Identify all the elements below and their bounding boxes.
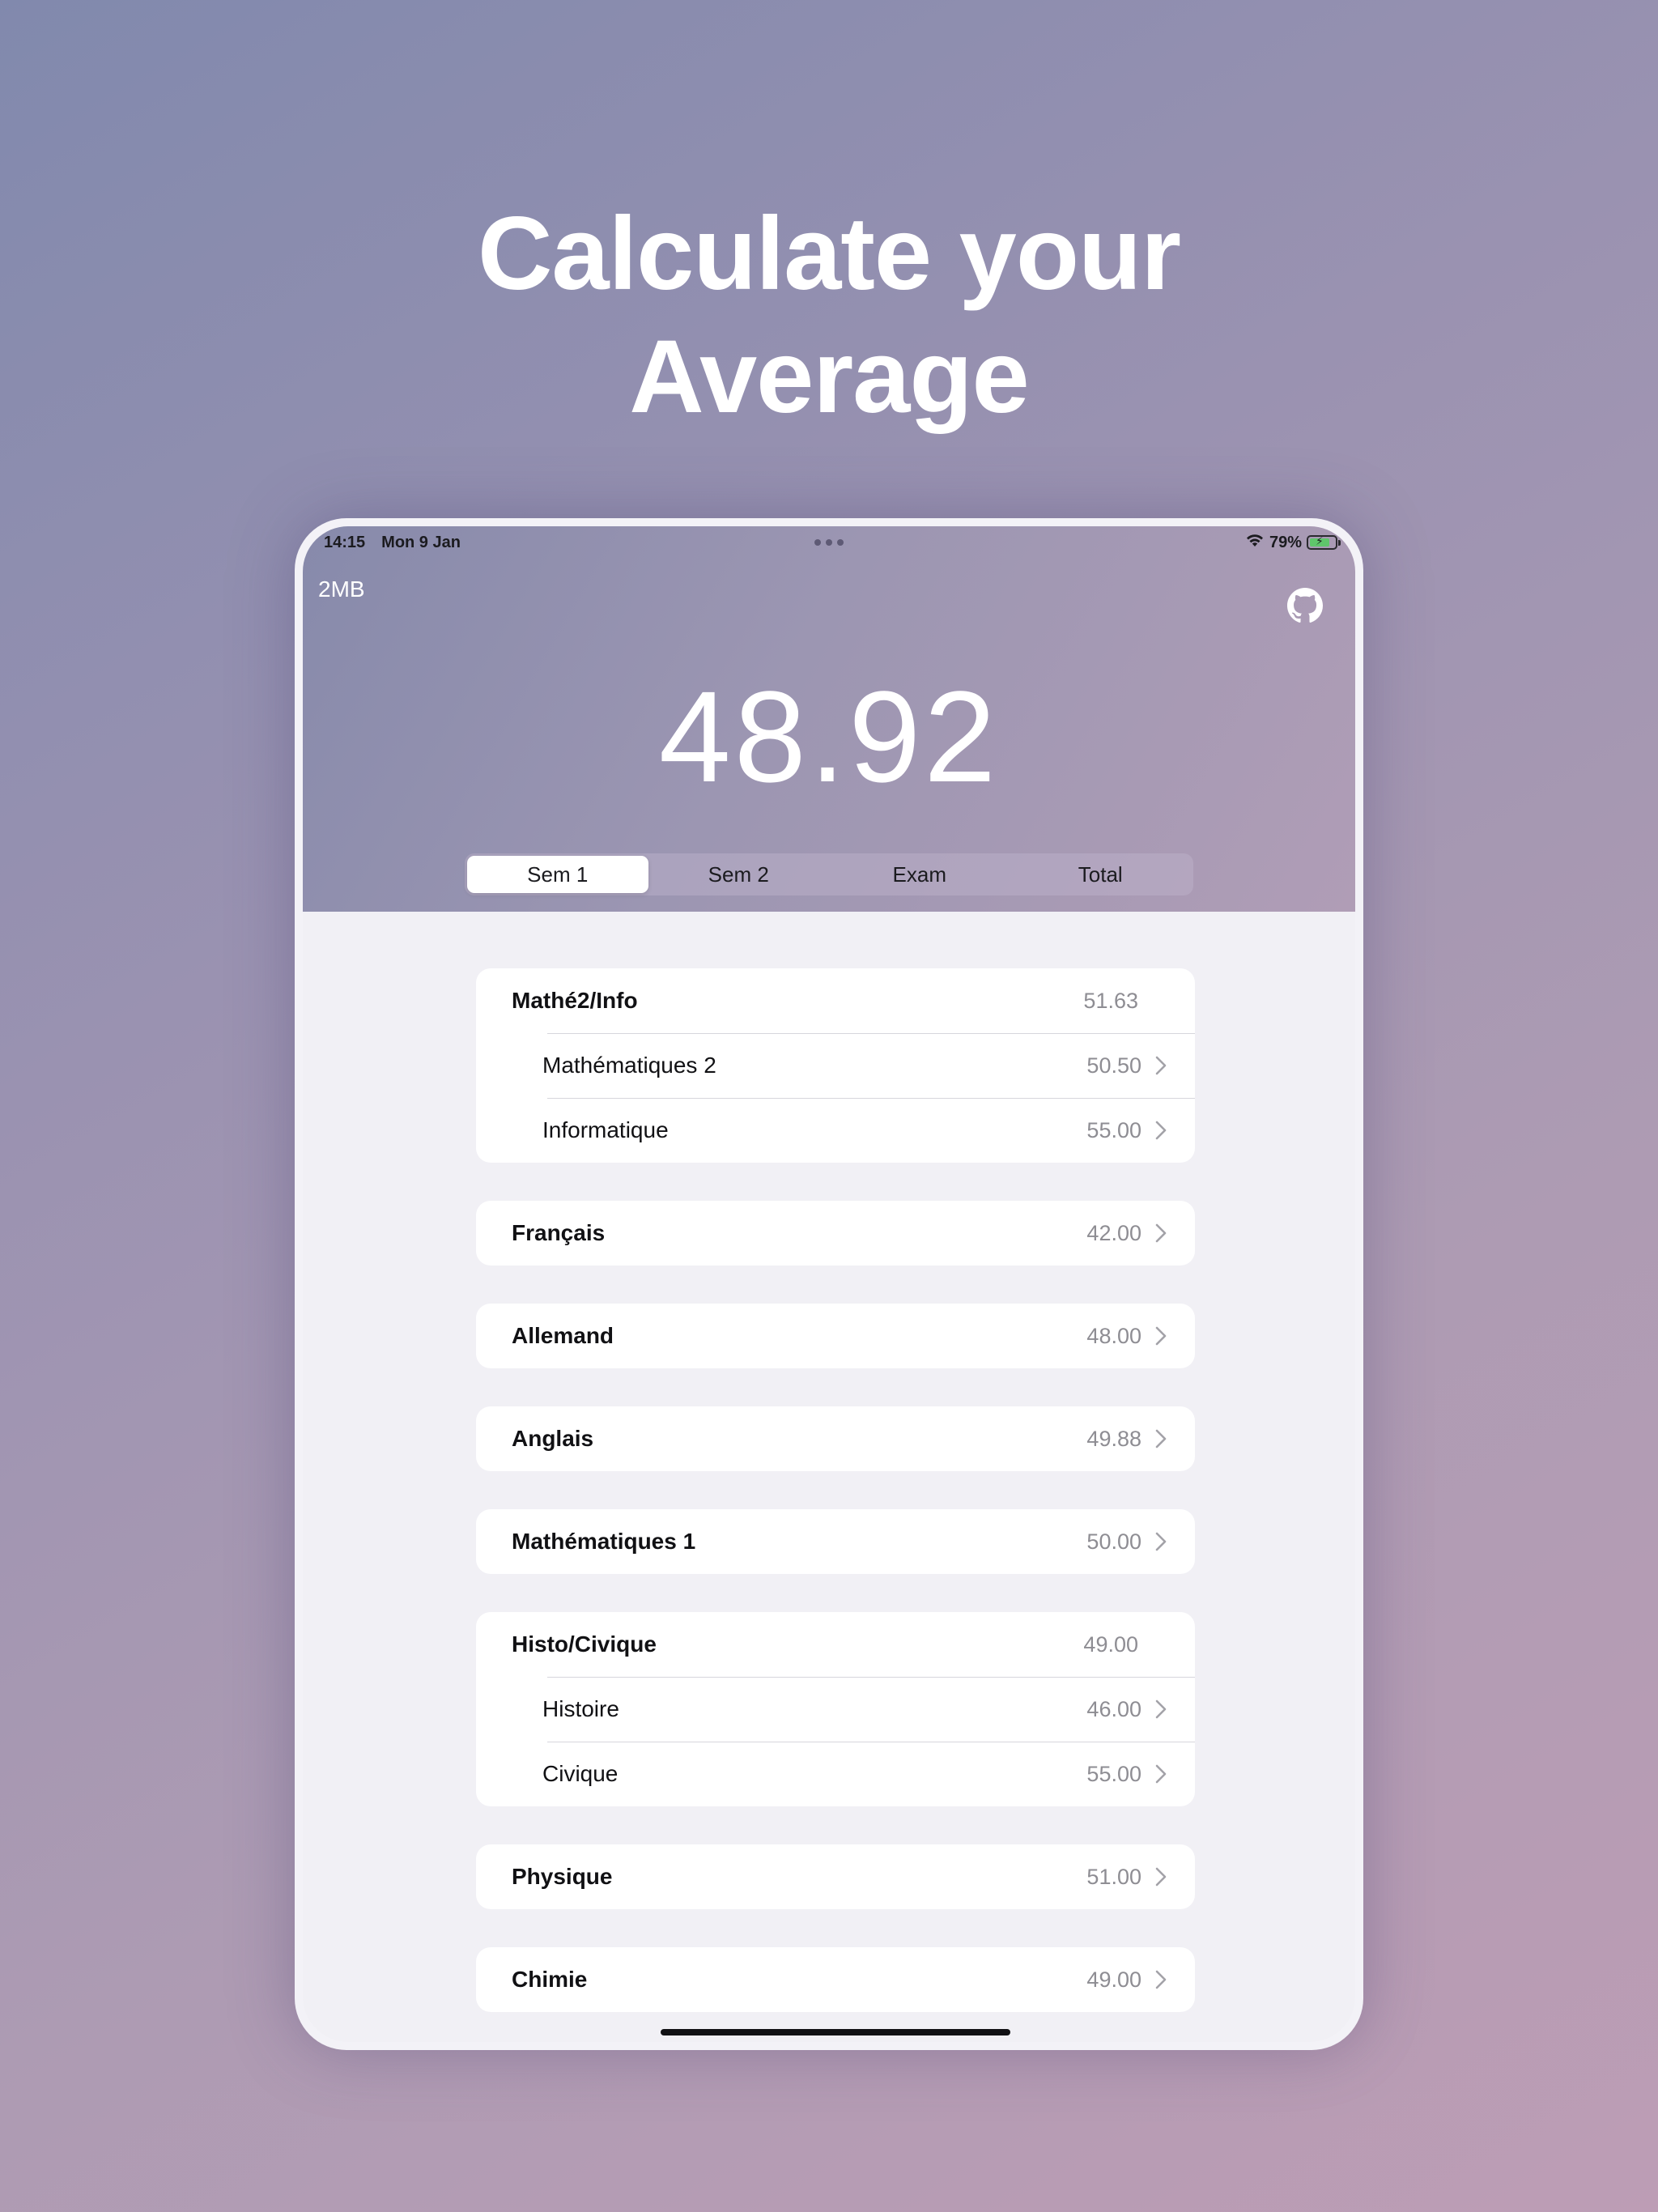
battery-icon: ⚡ [1307, 534, 1341, 550]
app-screen: 14:15 Mon 9 Jan 79% ⚡ 2MB 48.92 Sem 1 Se… [303, 526, 1355, 2042]
subject-group-header: Mathé2/Info 51.63 [476, 968, 1195, 1033]
tab-sem-1[interactable]: Sem 1 [467, 856, 648, 893]
subject-name: Physique [512, 1864, 613, 1889]
battery-percent: 79% [1269, 533, 1302, 551]
tab-total[interactable]: Total [1010, 856, 1192, 893]
subject-name: Mathé2/Info [512, 988, 638, 1013]
subject-row[interactable]: Allemand 48.00 [476, 1304, 1195, 1368]
subject-name: Civique [542, 1761, 619, 1786]
subject-group: Physique 51.00 [476, 1844, 1195, 1909]
subject-group: Mathématiques 1 50.00 [476, 1509, 1195, 1574]
subject-group: Chimie 49.00 [476, 1947, 1195, 2012]
chevron-right-icon [1151, 1867, 1171, 1887]
status-time-date: 14:15 Mon 9 Jan [324, 534, 461, 552]
subject-row[interactable]: Informatique 55.00 [476, 1098, 1195, 1163]
subject-row[interactable]: Chimie 49.00 [476, 1947, 1195, 2012]
subject-average: 48.00 [1086, 1323, 1141, 1348]
subject-average: 49.88 [1086, 1426, 1141, 1451]
subject-average: 50.50 [1086, 1053, 1141, 1078]
chevron-right-icon [1151, 1764, 1171, 1784]
subject-average: 51.00 [1086, 1864, 1141, 1889]
status-date: Mon 9 Jan [381, 534, 461, 551]
subject-group: Français 42.00 [476, 1201, 1195, 1266]
subject-average: 55.00 [1086, 1117, 1141, 1142]
chevron-right-icon [1151, 1970, 1171, 1989]
subject-average: 49.00 [1086, 1967, 1141, 1992]
headline-line-1: Calculate your [477, 196, 1181, 312]
chevron-right-icon [1151, 1699, 1171, 1719]
multitasking-dots-icon[interactable] [813, 536, 845, 549]
github-icon[interactable] [1287, 588, 1323, 623]
subject-list: Mathé2/Info 51.63 Mathématiques 2 50.50 Info… [476, 968, 1195, 2042]
home-indicator[interactable] [661, 2029, 1010, 2035]
subject-average: 49.00 [1083, 1631, 1138, 1657]
subject-group: Histo/Civique 49.00 Histoire 46.00 Civique 55… [476, 1612, 1195, 1806]
subject-row[interactable]: Civique 55.00 [476, 1742, 1195, 1806]
subject-average: 50.00 [1086, 1529, 1141, 1554]
chevron-right-icon [1151, 1326, 1171, 1346]
period-segmented-control: Sem 1 Sem 2 Exam Total [465, 853, 1193, 895]
subject-group: Allemand 48.00 [476, 1304, 1195, 1368]
tablet-frame: 14:15 Mon 9 Jan 79% ⚡ 2MB 48.92 Sem 1 Se… [295, 518, 1363, 2050]
chevron-right-icon [1151, 1121, 1171, 1140]
chevron-right-icon [1151, 1056, 1171, 1075]
subject-name: Chimie [512, 1967, 588, 1992]
subject-average: 51.63 [1083, 988, 1138, 1013]
header: 14:15 Mon 9 Jan 79% ⚡ 2MB 48.92 Sem 1 Se… [303, 526, 1355, 912]
tab-exam[interactable]: Exam [829, 856, 1010, 893]
subject-name: Allemand [512, 1323, 614, 1348]
tab-sem-2[interactable]: Sem 2 [648, 856, 830, 893]
average-value: 48.92 [658, 664, 1000, 809]
subject-group-header: Histo/Civique 49.00 [476, 1612, 1195, 1677]
subject-group: Mathé2/Info 51.63 Mathématiques 2 50.50 Info… [476, 968, 1195, 1163]
subject-name: Mathématiques 2 [542, 1053, 716, 1078]
headline: Calculate your Average [0, 193, 1658, 439]
subject-name: Français [512, 1220, 606, 1245]
subject-name: Histo/Civique [512, 1631, 657, 1657]
subject-name: Histoire [542, 1696, 619, 1721]
status-right: 79% ⚡ [1245, 533, 1341, 552]
chevron-right-icon [1151, 1429, 1171, 1448]
subject-group: Anglais 49.88 [476, 1406, 1195, 1471]
subject-row[interactable]: Mathématiques 2 50.50 [476, 1033, 1195, 1098]
wifi-icon [1245, 533, 1265, 552]
status-time: 14:15 [324, 534, 366, 551]
subject-name: Informatique [542, 1117, 669, 1142]
subject-row[interactable]: Anglais 49.88 [476, 1406, 1195, 1471]
subject-row[interactable]: Français 42.00 [476, 1201, 1195, 1266]
headline-line-2: Average [629, 319, 1029, 435]
subject-row[interactable]: Mathématiques 1 50.00 [476, 1509, 1195, 1574]
chevron-right-icon [1151, 1223, 1171, 1243]
subject-average: 42.00 [1086, 1220, 1141, 1245]
subject-row[interactable]: Physique 51.00 [476, 1844, 1195, 1909]
subject-average: 55.00 [1086, 1761, 1141, 1786]
subject-row[interactable]: Histoire 46.00 [476, 1677, 1195, 1742]
app-label: 2MB [318, 576, 365, 602]
chevron-right-icon [1151, 1532, 1171, 1551]
subject-average: 46.00 [1086, 1696, 1141, 1721]
subject-name: Anglais [512, 1426, 594, 1451]
subject-name: Mathématiques 1 [512, 1529, 696, 1554]
